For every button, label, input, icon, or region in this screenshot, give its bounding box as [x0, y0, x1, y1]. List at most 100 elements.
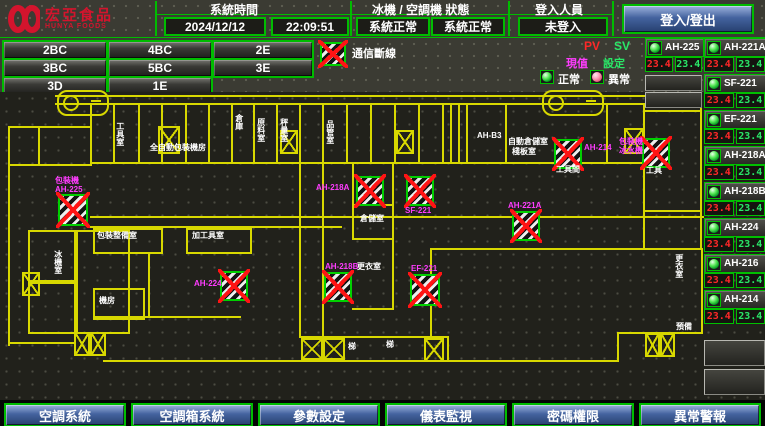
wall [505, 103, 507, 164]
panel-device-ah-214[interactable]: AH-214 [704, 290, 765, 309]
ahu-device-icon[interactable] [406, 176, 434, 206]
wall [38, 126, 40, 166]
panel-device-name: AH-214 [724, 294, 758, 305]
wall [8, 342, 76, 344]
pv-value: 23.4 [704, 129, 734, 144]
chiller-status-value: 系統正常 [356, 17, 430, 36]
wall [447, 336, 449, 362]
header-divider [508, 1, 510, 36]
panel-device-name: AH-221A [724, 42, 765, 53]
panel-device-name: AH-216 [724, 258, 758, 269]
room-outline [76, 230, 130, 334]
device-tag: 包裝機 冰水機 [619, 137, 643, 155]
panel-device-ah-216[interactable]: AH-216 [704, 254, 765, 273]
floor-button-3bc[interactable]: 3BC [2, 58, 108, 78]
panel-device-ef-221[interactable]: EF-221 [704, 110, 765, 129]
ahu-device-icon[interactable] [512, 211, 540, 241]
device-tag-line2: AH-225 [55, 185, 83, 194]
status-led [707, 77, 721, 91]
device-tag: AH-218A [316, 183, 349, 192]
room-label: 倉儲室 [360, 215, 384, 224]
sv-value: 23.4 [736, 165, 765, 180]
nav-button-parameters[interactable]: 參數設定 [258, 403, 380, 426]
login-user-label: 登入人員 [535, 1, 583, 18]
wall [103, 360, 303, 362]
sv-value: 23.4 [736, 57, 765, 72]
ahu-device-icon[interactable] [324, 272, 352, 302]
abnormal-legend-label: 異常 [608, 71, 630, 87]
panel-device-ah-218b[interactable]: AH-218B [704, 182, 765, 201]
device-tag-line2: 冰水機 [619, 146, 643, 155]
panel-device-values: 23.4 23.4 [704, 165, 765, 180]
room-label: 自動倉儲室 [508, 138, 548, 147]
floor-button-3e[interactable]: 3E [212, 58, 314, 78]
stairs-icon [301, 338, 345, 360]
system-clock-value: 22:09:51 [271, 17, 349, 36]
bottom-nav-bar: 空調系統 空調箱系統 參數設定 儀表監視 密碼權限 異常警報 [0, 400, 765, 426]
room-label: 原料室 [256, 118, 265, 142]
wall [466, 103, 468, 164]
room-label: 品管室 [325, 120, 334, 144]
room-label: 預備 [676, 323, 692, 332]
sv-header-label: SV [614, 39, 630, 53]
room-label: AH-B3 [477, 132, 501, 141]
floor-button-4bc[interactable]: 4BC [107, 40, 213, 60]
floor-button-2e[interactable]: 2E [212, 40, 314, 60]
sv-value: 23.4 [736, 273, 765, 288]
sv-value: 23.4 [736, 129, 765, 144]
status-led [707, 257, 721, 271]
floor-button-5bc[interactable]: 5BC [107, 58, 213, 78]
ahu-device-icon[interactable] [410, 274, 440, 306]
door-x-icon [424, 338, 444, 362]
machine-status-label: 冰機 / 空調機 狀態 [372, 1, 469, 18]
ahu-device-icon[interactable] [220, 271, 248, 301]
nav-button-ac-system[interactable]: 空調系統 [4, 403, 126, 426]
room-label: 冰機室 [53, 250, 62, 274]
panel-device-ah-225[interactable]: AH-225 [645, 38, 704, 57]
device-tag: AH-221A [508, 201, 541, 210]
floor-button-2bc[interactable]: 2BC [2, 40, 108, 60]
nav-button-meters[interactable]: 儀表監視 [385, 403, 507, 426]
stairs-icon [645, 333, 675, 357]
ahu-device-icon[interactable] [356, 176, 384, 206]
device-tag: SF-221 [405, 206, 431, 215]
nav-button-password[interactable]: 密碼權限 [512, 403, 634, 426]
wall [418, 103, 420, 164]
wall [148, 252, 150, 318]
pv-value: 23.4 [704, 273, 734, 288]
wall [90, 216, 704, 218]
ahu-device-icon[interactable] [642, 138, 670, 168]
ahu-device-icon[interactable] [58, 194, 88, 226]
panel-empty-slot [645, 92, 702, 108]
panel-device-values: 23.4 23.4 [704, 237, 765, 252]
room-label: 棧板室 [512, 148, 536, 157]
room-label: 包裝整備室 [97, 232, 137, 241]
panel-device-ah-224[interactable]: AH-224 [704, 218, 765, 237]
wall [447, 360, 619, 362]
device-tag: 包裝機 AH-225 [55, 176, 83, 194]
panel-device-sf-221[interactable]: SF-221 [704, 74, 765, 93]
wall [352, 308, 394, 310]
panel-device-values: 23.4 23.4 [704, 57, 765, 72]
door-x-icon [396, 130, 414, 154]
panel-device-values: 23.4 23.4 [704, 273, 765, 288]
header-divider [155, 1, 157, 36]
panel-empty-slot [645, 75, 702, 91]
elevator-icon [542, 90, 604, 116]
panel-device-values: 23.4 23.4 [704, 309, 765, 324]
nav-button-ahu-system[interactable]: 空調箱系統 [131, 403, 253, 426]
system-time-label: 系統時間 [210, 1, 258, 18]
panel-device-ah-221a[interactable]: AH-221A [704, 38, 765, 57]
hunya-logo-icon [8, 5, 40, 33]
wall [352, 238, 394, 240]
abnormal-legend-led [590, 70, 604, 84]
nav-button-alarm[interactable]: 異常警報 [639, 403, 761, 426]
room-label: 更衣室 [674, 254, 683, 278]
sv-value: 23.4 [736, 93, 765, 108]
panel-device-ah-218a[interactable]: AH-218A [704, 146, 765, 165]
status-led [707, 113, 721, 127]
wall [392, 164, 394, 310]
pv-value: 23.4 [704, 57, 734, 72]
sv-value: 23.4 [736, 201, 765, 216]
login-logout-button[interactable]: 登入/登出 [622, 4, 754, 34]
